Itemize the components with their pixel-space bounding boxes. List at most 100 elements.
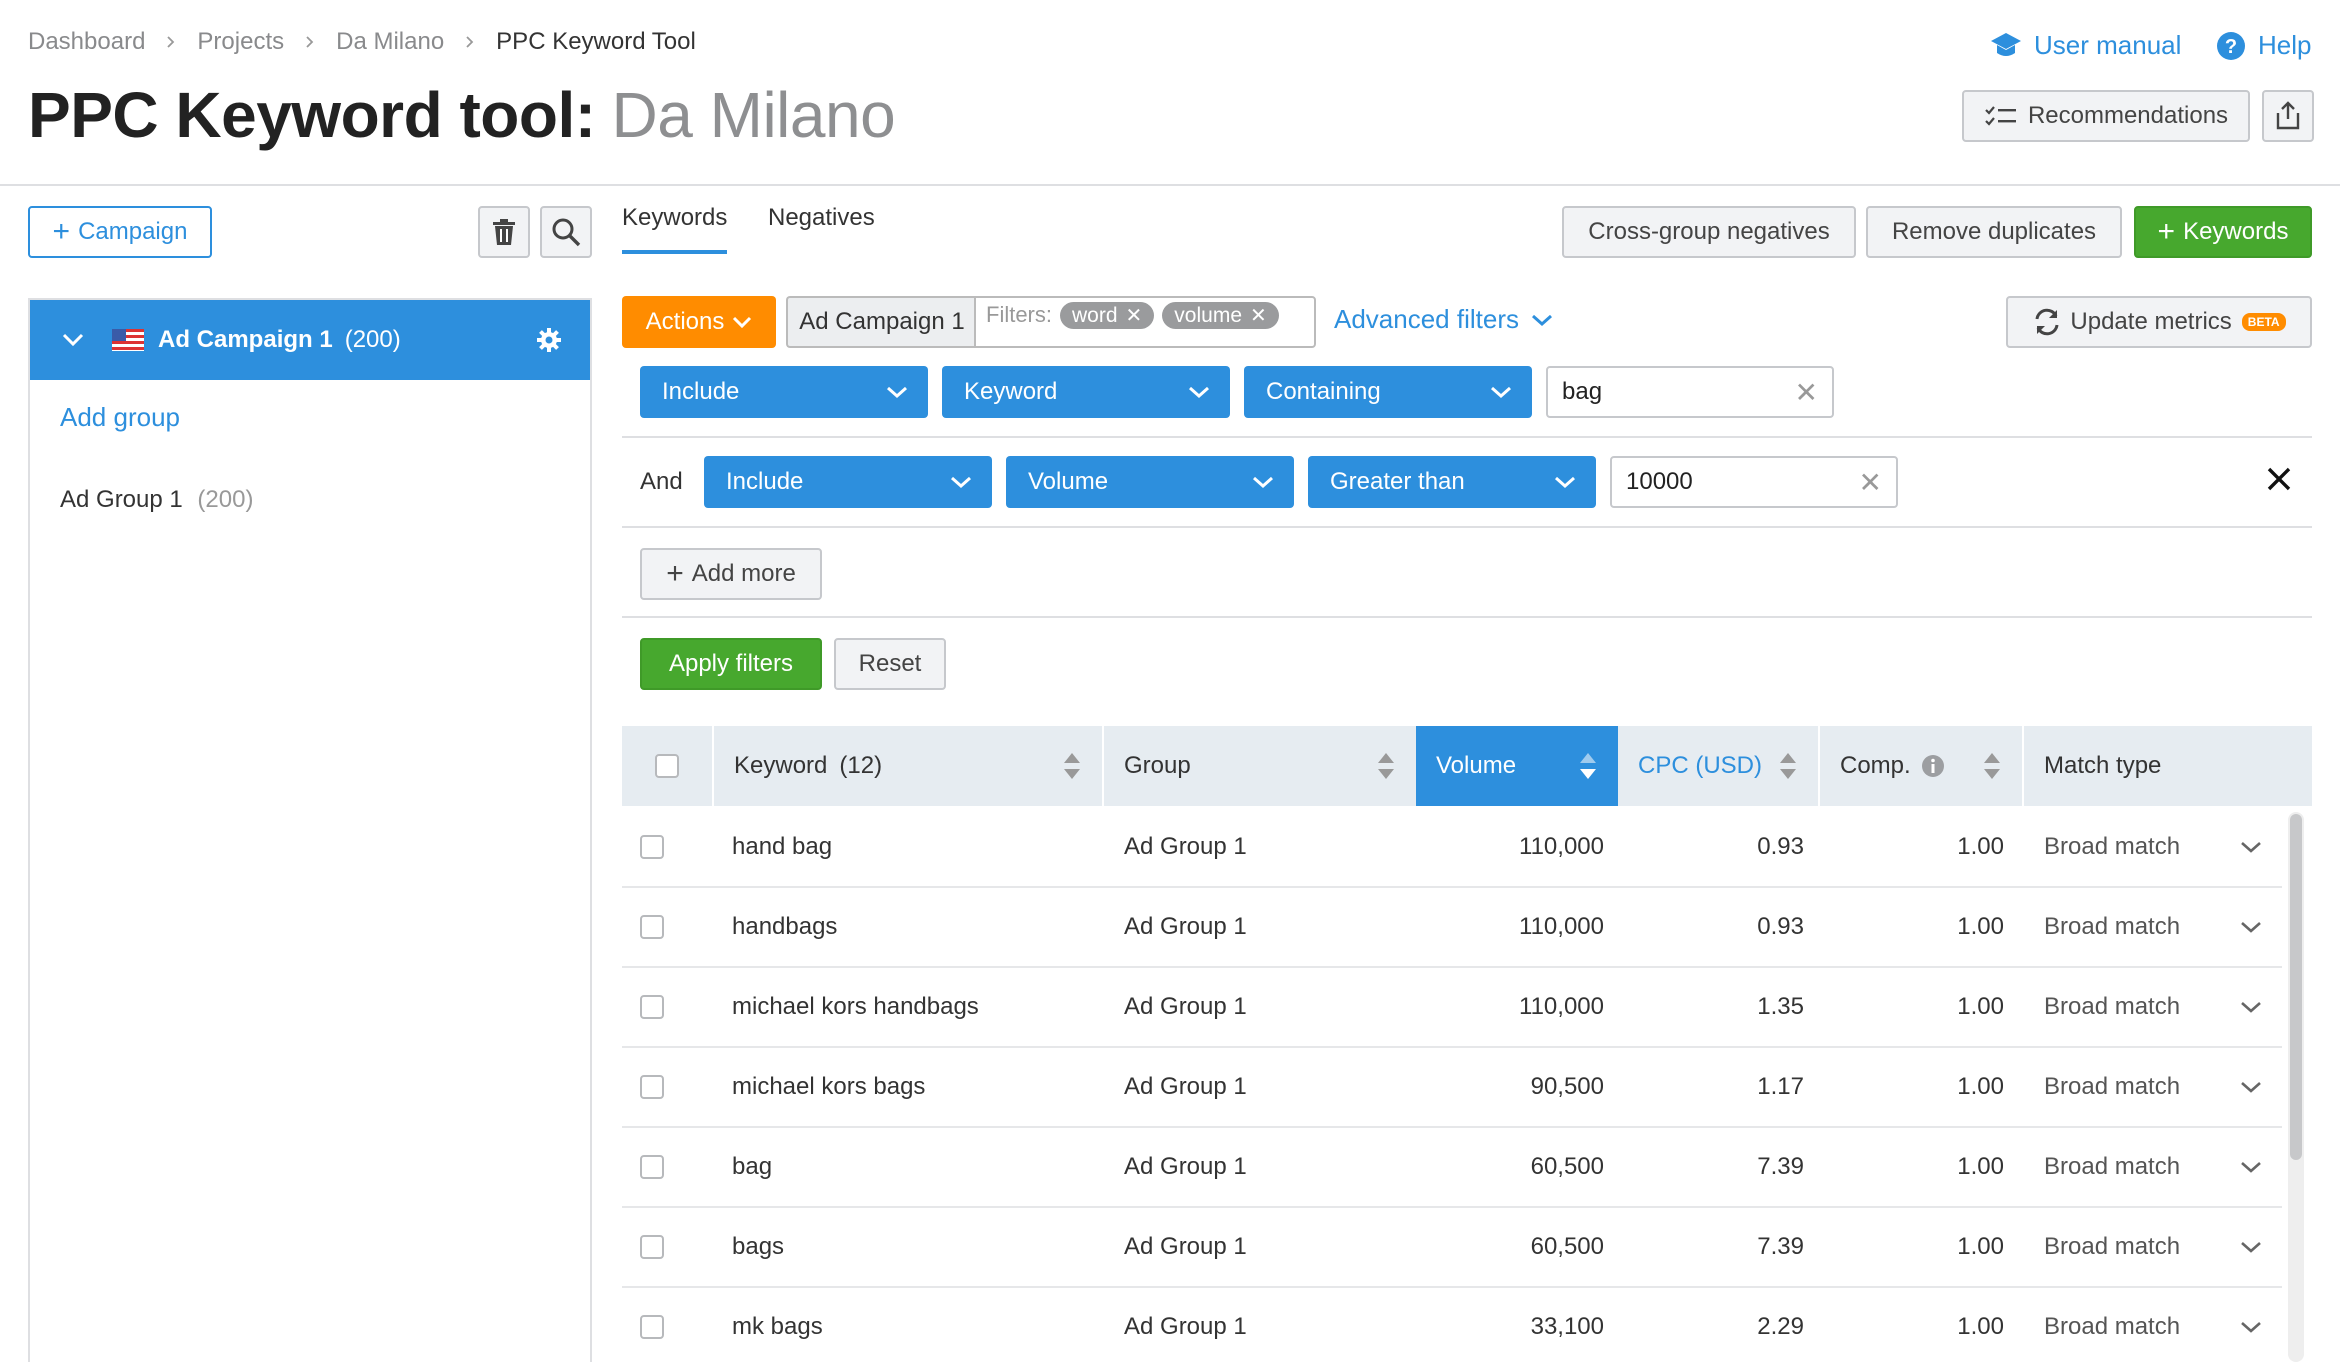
chevron-down-icon[interactable] [62, 333, 84, 347]
chevron-down-icon [887, 386, 907, 399]
remove-filter-row-icon[interactable] [2266, 466, 2292, 492]
add-group-link[interactable]: Add group [60, 402, 180, 433]
chevron-down-icon [2241, 1002, 2261, 1013]
column-match-type-label: Match type [2044, 752, 2162, 779]
chevron-down-icon [2241, 1082, 2261, 1093]
group-count: (200) [197, 486, 254, 513]
search-button[interactable] [540, 206, 592, 258]
share-export-icon [2276, 101, 2300, 130]
filter2-operator-select[interactable]: Greater than [1308, 456, 1596, 508]
match-type-select[interactable]: Broad match [2044, 1288, 2262, 1362]
group-cell: Ad Group 1 [1124, 913, 1247, 940]
column-comp[interactable]: Comp. [1820, 726, 2022, 806]
row-checkbox[interactable] [640, 1155, 664, 1179]
cpc-cell: 0.93 [1757, 833, 1804, 860]
trash-icon [493, 219, 515, 245]
breadcrumb-current: PPC Keyword Tool [496, 28, 696, 55]
table-header: Keyword (12) Group Volume CPC (USD) Comp… [622, 726, 2312, 806]
filter2-value-input[interactable]: 10000 ✕ [1610, 456, 1898, 508]
cross-group-negatives-button[interactable]: Cross-group negatives [1562, 206, 1856, 258]
filter1-field-select[interactable]: Keyword [942, 366, 1230, 418]
reset-button[interactable]: Reset [834, 638, 946, 690]
recommendations-button[interactable]: Recommendations [1962, 90, 2250, 142]
help-link[interactable]: ? Help [2216, 30, 2311, 61]
column-volume-label: Volume [1436, 752, 1517, 779]
advanced-filters-label: Advanced filters [1334, 304, 1519, 334]
remove-duplicates-button[interactable]: Remove duplicates [1866, 206, 2122, 258]
row-checkbox-cell [622, 1128, 682, 1206]
match-type-select[interactable]: Broad match [2044, 968, 2262, 1046]
close-icon[interactable]: ✕ [1126, 303, 1143, 328]
match-type-select[interactable]: Broad match [2044, 888, 2262, 966]
filter1-operator-select[interactable]: Containing [1244, 366, 1532, 418]
filter2-value: 10000 [1626, 468, 1693, 495]
page-title: PPC Keyword tool: Da Milano [28, 78, 896, 152]
advanced-filters-toggle[interactable]: Advanced filters [1334, 304, 1553, 335]
info-icon[interactable] [1921, 754, 1945, 778]
filter-tag-word[interactable]: word ✕ [1060, 302, 1155, 329]
keyword-cell: mk bags [732, 1313, 823, 1340]
gear-icon[interactable] [536, 327, 562, 353]
column-volume[interactable]: Volume [1416, 726, 1618, 806]
chevron-down-icon [2241, 1322, 2261, 1333]
scrollbar-thumb[interactable] [2290, 814, 2302, 1160]
chevron-down-icon [2241, 1242, 2261, 1253]
add-keywords-button[interactable]: + Keywords [2134, 206, 2312, 258]
page-title-tool: PPC Keyword tool: [28, 79, 596, 151]
actions-label: Actions [645, 308, 725, 335]
match-type-select[interactable]: Broad match [2044, 1208, 2262, 1286]
filter-tag-volume[interactable]: volume ✕ [1162, 302, 1279, 329]
column-keyword[interactable]: Keyword (12) [714, 726, 1102, 806]
chevron-down-icon [1189, 386, 1209, 399]
table-row: bags Ad Group 1 60,500 7.39 1.00 Broad match [622, 1208, 2282, 1288]
delete-button[interactable] [478, 206, 530, 258]
keyword-cell: handbags [732, 913, 838, 940]
chevron-down-icon [1253, 476, 1273, 489]
filter1-value-input[interactable]: bag ✕ [1546, 366, 1834, 418]
keyword-cell: michael kors bags [732, 1073, 926, 1100]
filter2-field-select[interactable]: Volume [1006, 456, 1294, 508]
campaign-filter-chip[interactable]: Ad Campaign 1 [786, 296, 976, 348]
match-type-select[interactable]: Broad match [2044, 808, 2262, 886]
group-item[interactable]: Ad Group 1 (200) [60, 486, 253, 514]
filter-tag-label: word [1072, 303, 1118, 327]
recommendations-label: Recommendations [2027, 102, 2229, 129]
campaign-item[interactable]: Ad Campaign 1 (200) [30, 300, 590, 380]
update-metrics-button[interactable]: Update metrics BETA [2006, 296, 2312, 348]
add-more-button[interactable]: + Add more [640, 548, 822, 600]
apply-filters-button[interactable]: Apply filters [640, 638, 822, 690]
campaign-count: (200) [344, 326, 401, 353]
clear-icon[interactable]: ✕ [1795, 376, 1818, 409]
filter1-mode-select[interactable]: Include [640, 366, 928, 418]
match-type-select[interactable]: Broad match [2044, 1128, 2262, 1206]
row-checkbox[interactable] [640, 1075, 664, 1099]
cpc-cell: 7.39 [1757, 1153, 1804, 1180]
match-type-select[interactable]: Broad match [2044, 1048, 2262, 1126]
clear-icon[interactable]: ✕ [1859, 466, 1882, 499]
user-manual-link[interactable]: User manual [1990, 30, 2181, 61]
export-button[interactable] [2262, 90, 2314, 142]
volume-cell: 60,500 [1530, 1233, 1604, 1260]
group-cell: Ad Group 1 [1124, 1153, 1247, 1180]
close-icon[interactable]: ✕ [1250, 303, 1267, 328]
filter2-mode-select[interactable]: Include [704, 456, 992, 508]
add-campaign-button[interactable]: + Campaign [28, 206, 212, 258]
match-type-value: Broad match [2044, 833, 2181, 860]
breadcrumb-projects[interactable]: Projects [197, 28, 284, 56]
column-cpc[interactable]: CPC (USD) [1618, 726, 1818, 806]
tab-keywords[interactable]: Keywords [622, 204, 728, 254]
row-checkbox[interactable] [640, 835, 664, 859]
row-checkbox[interactable] [640, 995, 664, 1019]
column-group[interactable]: Group [1104, 726, 1416, 806]
row-checkbox-cell [622, 808, 682, 886]
row-checkbox[interactable] [640, 1315, 664, 1339]
breadcrumb-dashboard[interactable]: Dashboard [28, 28, 145, 56]
plus-icon: + [666, 557, 684, 590]
campaign-tree: Ad Campaign 1 (200) Add group Ad Group 1… [28, 298, 592, 1362]
breadcrumb-project[interactable]: Da Milano [336, 28, 444, 56]
tab-negatives[interactable]: Negatives [768, 204, 875, 250]
actions-dropdown[interactable]: Actions [622, 296, 776, 348]
select-all-checkbox[interactable] [655, 754, 679, 778]
row-checkbox[interactable] [640, 1235, 664, 1259]
row-checkbox[interactable] [640, 915, 664, 939]
